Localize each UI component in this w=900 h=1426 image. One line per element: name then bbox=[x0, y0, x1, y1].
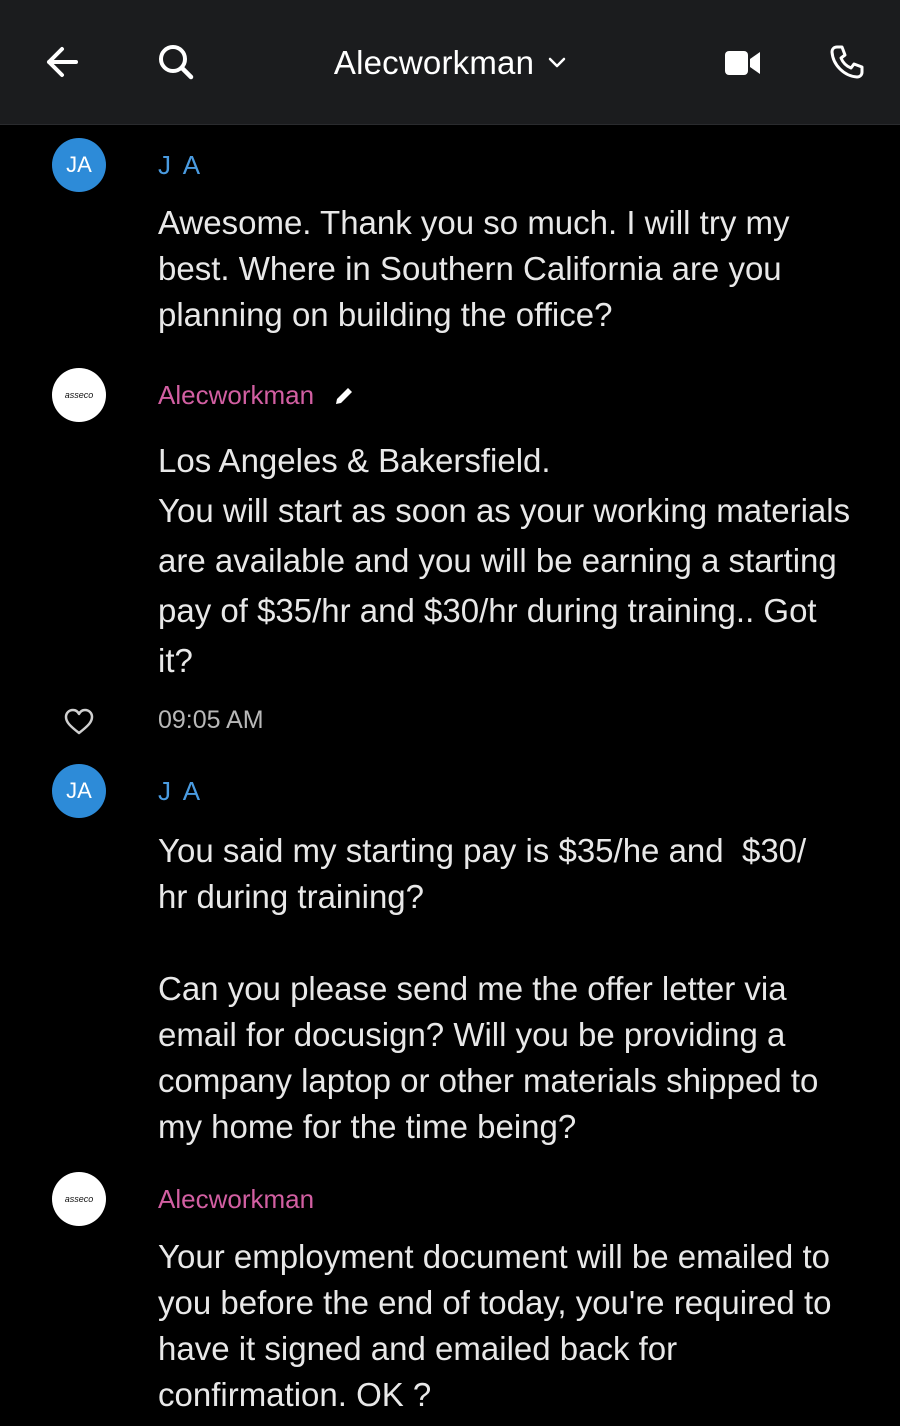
conversation-title-dropdown[interactable]: Alecworkman bbox=[300, 38, 600, 88]
search-button[interactable] bbox=[150, 36, 202, 88]
asseco-logo: asseco bbox=[65, 1194, 94, 1204]
svg-text:asseco: asseco bbox=[65, 390, 94, 400]
chevron-down-icon bbox=[548, 57, 566, 68]
video-camera-icon bbox=[725, 51, 760, 75]
svg-text:asseco: asseco bbox=[65, 1194, 94, 1204]
avatar-initials: JA bbox=[66, 778, 92, 803]
search-icon bbox=[159, 45, 194, 80]
sender-name[interactable]: Alecworkman bbox=[158, 1184, 314, 1215]
sender-name[interactable]: J A bbox=[158, 776, 203, 807]
chat-header: Alecworkman bbox=[0, 0, 900, 125]
avatar-alecworkman[interactable]: asseco bbox=[52, 1172, 106, 1226]
message-text: You said my starting pay is $35/he and $… bbox=[158, 832, 819, 1145]
message-text: Los Angeles & Bakersfield. You will star… bbox=[158, 442, 851, 679]
arrow-left-icon bbox=[47, 47, 78, 77]
avatar-ja[interactable]: JA bbox=[52, 138, 106, 192]
avatar-initials: JA bbox=[66, 152, 92, 177]
back-button[interactable] bbox=[36, 36, 88, 88]
video-call-button[interactable] bbox=[716, 38, 770, 88]
avatar-alecworkman[interactable]: asseco bbox=[52, 368, 106, 422]
conversation-title: Alecworkman bbox=[333, 44, 535, 81]
voice-call-button[interactable] bbox=[820, 36, 874, 88]
pencil-icon bbox=[336, 388, 352, 404]
sender-name[interactable]: J A bbox=[158, 150, 203, 181]
message-text: Your employment document will be emailed… bbox=[158, 1238, 841, 1413]
message-text: Awesome. Thank you so much. I will try m… bbox=[158, 204, 799, 333]
avatar-ja[interactable]: JA bbox=[52, 764, 106, 818]
phone-icon bbox=[830, 45, 864, 79]
sender-name[interactable]: Alecworkman bbox=[158, 380, 314, 411]
message-timestamp: 09:05 AM bbox=[158, 706, 264, 734]
heart-icon[interactable] bbox=[64, 708, 94, 736]
asseco-logo: asseco bbox=[65, 390, 94, 400]
